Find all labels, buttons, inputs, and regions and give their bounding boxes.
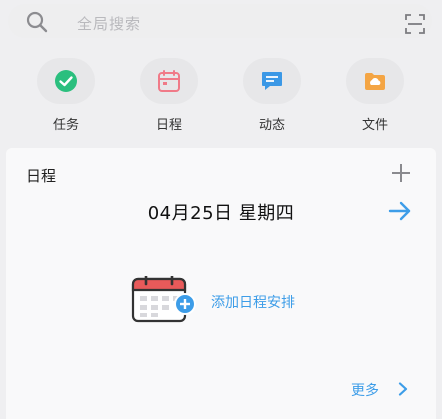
search-placeholder[interactable]: 全局搜索 bbox=[77, 13, 141, 34]
schedule-card: 日程 04月25日 星期四 添加日程安排 更多 bbox=[6, 148, 436, 419]
check-circle-icon bbox=[55, 70, 77, 92]
quick-action-files-label: 文件 bbox=[361, 118, 388, 133]
search-bar[interactable]: 全局搜索 bbox=[8, 4, 432, 38]
quick-action-files[interactable]: 文件 bbox=[343, 58, 407, 134]
add-schedule-link[interactable]: 添加日程安排 bbox=[211, 292, 295, 312]
quick-action-schedule-circle bbox=[140, 58, 198, 104]
quick-action-tasks-circle bbox=[37, 58, 95, 104]
calendar-add-icon[interactable] bbox=[131, 276, 197, 326]
plus-icon[interactable] bbox=[390, 162, 412, 184]
schedule-card-title: 日程 bbox=[26, 167, 57, 185]
calendar-icon bbox=[158, 70, 180, 92]
quick-action-activity-label: 动态 bbox=[258, 118, 285, 133]
quick-action-activity[interactable]: 动态 bbox=[240, 58, 304, 134]
arrow-right-icon[interactable] bbox=[388, 200, 412, 222]
folder-icon bbox=[365, 73, 385, 90]
quick-action-schedule-label: 日程 bbox=[155, 118, 182, 133]
chevron-right-icon[interactable] bbox=[397, 382, 409, 396]
search-icon bbox=[26, 11, 48, 33]
message-icon bbox=[262, 72, 282, 90]
quick-action-activity-circle bbox=[243, 58, 301, 104]
quick-action-tasks-label: 任务 bbox=[52, 118, 79, 133]
quick-action-files-circle bbox=[346, 58, 404, 104]
quick-action-schedule[interactable]: 日程 bbox=[137, 58, 201, 134]
schedule-date: 04月25日 星期四 bbox=[147, 203, 295, 224]
quick-actions: 任务 日程 动态 文件 bbox=[0, 58, 442, 138]
scan-icon[interactable] bbox=[404, 13, 426, 35]
quick-action-tasks[interactable]: 任务 bbox=[34, 58, 98, 134]
more-link[interactable]: 更多 bbox=[351, 380, 379, 400]
